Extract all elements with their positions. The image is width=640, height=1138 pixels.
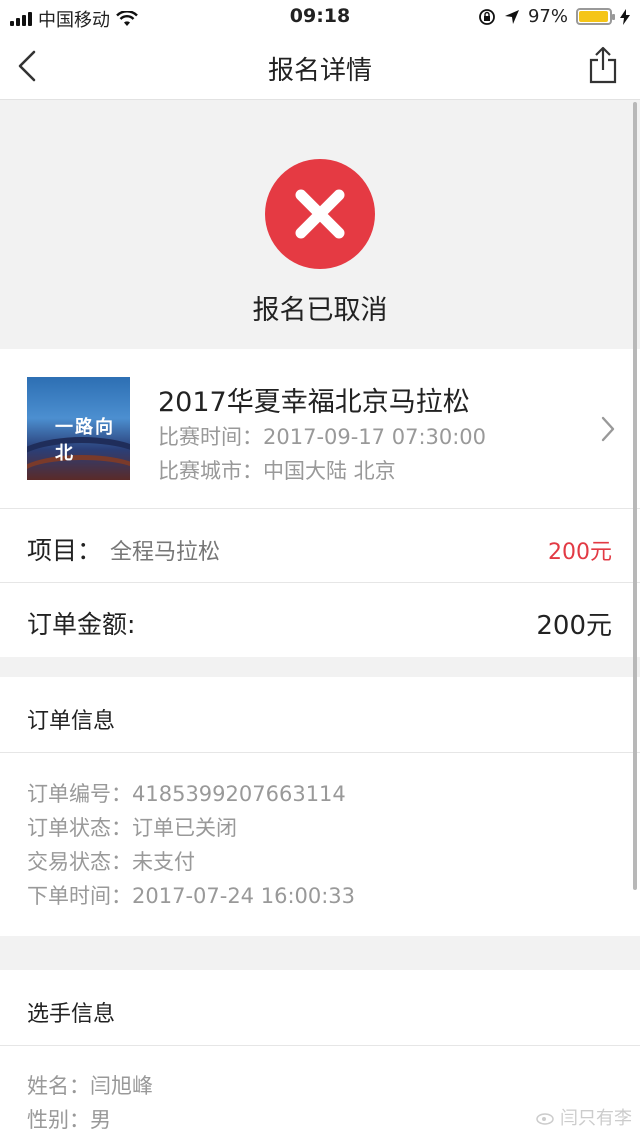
watermark-text: 闫只有李	[560, 1108, 632, 1129]
race-name: 2017华夏幸福北京马拉松	[158, 387, 470, 418]
order-info-section: 订单信息 订单编号：4185399207663114 订单状态：订单已关闭 交易…	[0, 677, 640, 936]
scrollbar[interactable]	[633, 102, 637, 890]
order-info-title: 订单信息	[27, 709, 116, 734]
rotation-lock-icon	[479, 8, 495, 25]
page-title: 报名详情	[267, 56, 372, 86]
order-info-header: 订单信息	[0, 677, 640, 753]
status-text: 报名已取消	[252, 295, 388, 326]
payment-status: 交易状态：未支付	[27, 850, 195, 874]
player-info-title: 选手信息	[27, 1002, 116, 1027]
status-bar: 中国移动 09:18 97%	[0, 0, 640, 34]
race-time: 比赛时间：2017-09-17 07:30:00	[158, 421, 486, 451]
status-bar-right: 97%	[478, 6, 630, 27]
battery-percent: 97%	[527, 6, 568, 27]
location-icon	[504, 9, 519, 24]
weibo-icon	[536, 1113, 554, 1125]
registration-status-area: 报名已取消	[0, 100, 640, 349]
item-price: 200元	[548, 540, 612, 565]
order-status: 订单状态：订单已关闭	[27, 816, 237, 840]
battery-icon	[576, 8, 615, 25]
thumbnail-caption: 一路向北	[55, 417, 115, 464]
cancelled-icon	[265, 159, 375, 269]
event-item-row: 项目： 全程马拉松 200元	[0, 509, 640, 583]
player-info-header: 选手信息	[0, 970, 640, 1046]
order-amount-label: 订单金额:	[27, 610, 136, 639]
item-value: 全程马拉松	[110, 540, 221, 565]
order-number: 订单编号：4185399207663114	[27, 782, 346, 806]
chevron-right-icon	[601, 416, 615, 442]
watermark: 闫只有李	[536, 1104, 632, 1130]
order-amount-row: 订单金额: 200元	[0, 583, 640, 657]
charging-icon	[620, 8, 630, 25]
race-time-value: 2017-09-17 07:30:00	[263, 425, 487, 449]
order-amount-value: 200元	[536, 611, 612, 641]
player-gender: 性别：男	[27, 1108, 111, 1132]
race-card[interactable]: 一路向北 2017华夏幸福北京马拉松 比赛时间：2017-09-17 07:30…	[0, 349, 640, 509]
order-time: 下单时间：2017-07-24 16:00:33	[27, 884, 356, 908]
item-label: 项目：	[27, 536, 103, 565]
nav-bar: 报名详情	[0, 34, 640, 100]
race-time-label: 比赛时间：	[158, 425, 263, 449]
player-name: 姓名：闫旭峰	[27, 1074, 153, 1098]
share-icon[interactable]	[588, 46, 618, 84]
race-city: 比赛城市：中国大陆 北京	[158, 455, 396, 485]
race-city-label: 比赛城市：	[158, 459, 263, 483]
race-thumbnail: 一路向北	[27, 377, 130, 480]
race-city-value: 中国大陆 北京	[263, 459, 396, 483]
